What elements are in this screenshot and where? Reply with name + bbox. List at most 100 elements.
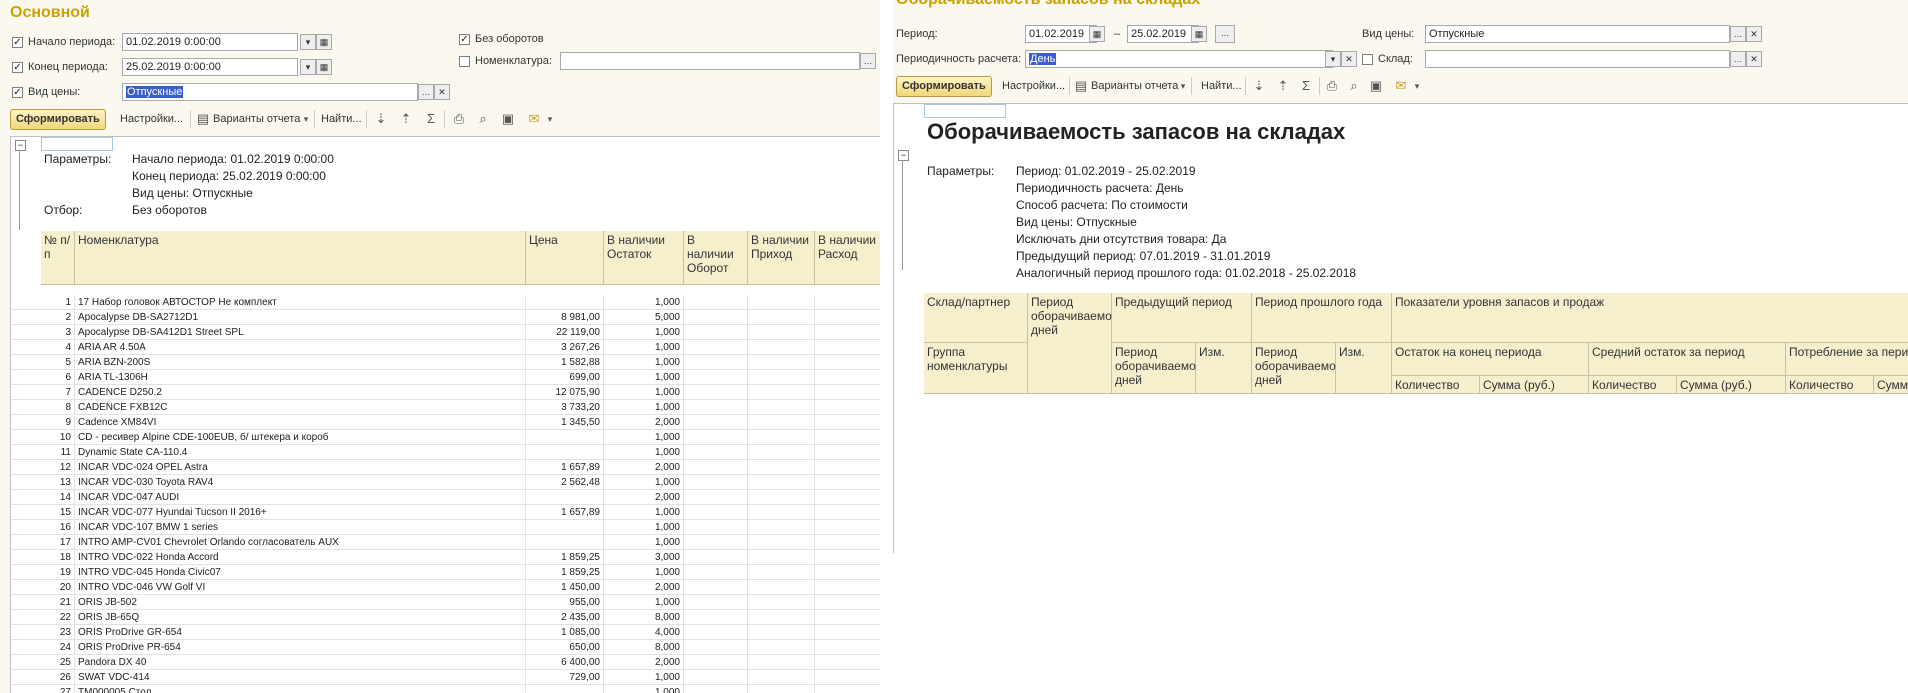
start-period-checkbox[interactable]: ✓ [12,37,23,48]
end-period-dropdown-icon[interactable]: ▾ [300,59,316,75]
table-row[interactable]: 18 INTRO VDC-022 Honda Accord 1 859,25 3,00… [11,550,880,565]
table-row[interactable]: 25 Pandora DX 40 6 400,00 2,000 [11,655,880,670]
warehouse-checkbox[interactable] [1362,54,1373,65]
table-row[interactable]: 15 INCAR VDC-077 Hyundai Tucson II 2016+ 1… [11,505,880,520]
generate-button[interactable]: Сформировать [896,76,992,97]
sort-descending-icon[interactable]: ⇡ [1275,78,1291,94]
nomenclature-input[interactable] [560,52,860,70]
report-variants-button[interactable]: Варианты отчета [1091,76,1178,96]
sort-ascending-icon[interactable]: ⇣ [373,111,389,127]
period-to-calendar-icon[interactable]: ▦ [1191,26,1207,42]
warehouse-input[interactable] [1425,50,1730,68]
start-period-dropdown-icon[interactable]: ▾ [300,34,316,50]
table-row[interactable]: 2 Apocalypse DB-SA2712D1 8 981,00 5,000 [11,310,880,325]
table-row[interactable]: 16 INCAR VDC-107 BMW 1 series 1,000 [11,520,880,535]
table-row[interactable]: 24 ORIS ProDrive PR-654 650,00 8,000 [11,640,880,655]
sum-icon[interactable]: Σ [1298,78,1314,94]
table-row[interactable]: 8 CADENCE FXB12C 3 733,20 1,000 [11,400,880,415]
sum-icon[interactable]: Σ [423,111,439,127]
mail-icon[interactable]: ✉ [526,111,542,127]
table-cell [815,505,880,520]
table-row[interactable]: 5 ARIA BZN-200S 1 582,88 1,000 [11,355,880,370]
table-row[interactable]: 11 Dynamic State CA-110.4 1,000 [11,445,880,460]
end-period-checkbox[interactable]: ✓ [12,62,23,73]
table-row[interactable]: 6 ARIA TL-1306H 699,00 1,000 [11,370,880,385]
chevron-down-icon[interactable]: ▾ [542,111,558,127]
start-period-input[interactable]: 01.02.2019 0:00:00 [122,33,298,51]
end-period-input[interactable]: 25.02.2019 0:00:00 [122,58,298,76]
preview-icon[interactable]: ⌕ [475,111,491,127]
table-row[interactable]: 7 CADENCE D250.2 12 075,90 1,000 [11,385,880,400]
print-icon[interactable]: ⎙ [1324,78,1340,94]
table-row[interactable]: 4 ARIA AR 4.50A 3 267,26 1,000 [11,340,880,355]
price-type-select-icon[interactable]: … [1730,26,1746,42]
table-cell [748,655,815,670]
table-row[interactable]: 22 ORIS JB-65Q 2 435,00 8,000 [11,610,880,625]
price-type-select-icon[interactable]: … [418,84,434,100]
warehouse-clear-icon[interactable]: ✕ [1746,51,1762,67]
table-cell [748,415,815,430]
find-button[interactable]: Найти... [1201,76,1242,96]
selected-cell[interactable] [924,104,1006,118]
price-type-input[interactable]: Отпускные [122,83,418,101]
start-period-calendar-icon[interactable]: ▦ [316,34,332,50]
report-variants-button[interactable]: Варианты отчета [213,109,300,129]
table-row[interactable]: 14 INCAR VDC-047 AUDI 2,000 [11,490,880,505]
table-row[interactable]: 23 ORIS ProDrive GR-654 1 085,00 4,000 [11,625,880,640]
collapse-group-icon[interactable]: − [15,140,26,151]
periodicity-input[interactable]: День [1025,50,1333,68]
table-row[interactable]: 19 INTRO VDC-045 Honda Civic07 1 859,25 1,0… [11,565,880,580]
sort-ascending-icon[interactable]: ⇣ [1251,78,1267,94]
price-type-input[interactable]: Отпускные [1425,25,1730,43]
table-row[interactable]: 17 INTRO AMP-CV01 Chevrolet Orlando согла… [11,535,880,550]
filter-value: Без оборотов [132,203,207,217]
table-cell [815,325,880,340]
end-period-calendar-icon[interactable]: ▦ [316,59,332,75]
table-row[interactable]: 20 INTRO VDC-046 VW Golf VI 1 450,00 2,000 [11,580,880,595]
periodicity-clear-icon[interactable]: ✕ [1341,51,1357,67]
table-row[interactable]: 10 CD - ресивер Alpine CDE-100EUB, б/ ште… [11,430,880,445]
table-cell [526,295,604,310]
price-type-checkbox[interactable]: ✓ [12,87,23,98]
price-type-clear-icon[interactable]: ✕ [434,84,450,100]
nomenclature-select-icon[interactable]: … [860,53,876,69]
settings-button[interactable]: Настройки... [120,109,183,129]
chevron-down-icon[interactable]: ▾ [1175,78,1191,94]
sort-descending-icon[interactable]: ⇡ [398,111,414,127]
print-icon[interactable]: ⎙ [451,111,467,127]
toolbar-separator [1191,77,1192,95]
table-cell [684,370,748,385]
col-header-balance: В наличии Остаток [604,231,684,285]
no-turnover-checkbox[interactable]: ✓ [459,34,470,45]
save-icon[interactable]: ▣ [500,111,516,127]
period-choose-button[interactable]: ... [1215,25,1235,43]
table-row[interactable]: 9 Cadence XM84VI 1 345,50 2,000 [11,415,880,430]
warehouse-select-icon[interactable]: … [1730,51,1746,67]
settings-button[interactable]: Настройки... [1002,76,1065,96]
chevron-down-icon[interactable]: ▾ [1325,51,1341,67]
period-to-input[interactable]: 25.02.2019 [1127,25,1199,43]
price-type-clear-icon[interactable]: ✕ [1746,26,1762,42]
mail-icon[interactable]: ✉ [1393,78,1409,94]
report-spreadsheet[interactable]: − Оборачиваемость запасов на складах Пар… [893,103,1908,553]
period-from-input[interactable]: 01.02.2019 [1025,25,1097,43]
table-row[interactable]: 21 ORIS JB-502 955,00 1,000 [11,595,880,610]
generate-button[interactable]: Сформировать [10,109,106,130]
nomenclature-checkbox[interactable] [459,56,470,67]
table-row[interactable]: 1 17 Набор головок АВТОСТОР Не комплект 1,… [11,295,880,310]
period-from-calendar-icon[interactable]: ▦ [1089,26,1105,42]
table-row[interactable]: 27 TM000005 Стол 1,000 [11,685,880,693]
table-row[interactable]: 26 SWAT VDC-414 729,00 1,000 [11,670,880,685]
table-cell: 4 [41,340,75,355]
chevron-down-icon[interactable]: ▾ [298,111,314,127]
table-row[interactable]: 3 Apocalypse DB-SA412D1 Street SPL 22 119,… [11,325,880,340]
chevron-down-icon[interactable]: ▾ [1409,78,1425,94]
table-row[interactable]: 13 INCAR VDC-030 Toyota RAV4 2 562,48 1,000 [11,475,880,490]
collapse-group-icon[interactable]: − [898,150,909,161]
selected-cell[interactable] [41,137,113,151]
preview-icon[interactable]: ⌕ [1346,78,1362,94]
save-icon[interactable]: ▣ [1368,78,1384,94]
find-button[interactable]: Найти... [321,109,362,129]
table-row[interactable]: 12 INCAR VDC-024 OPEL Astra 1 657,89 2,000 [11,460,880,475]
report-spreadsheet[interactable]: − Параметры: Начало периода: 01.02.2019 … [10,136,880,693]
